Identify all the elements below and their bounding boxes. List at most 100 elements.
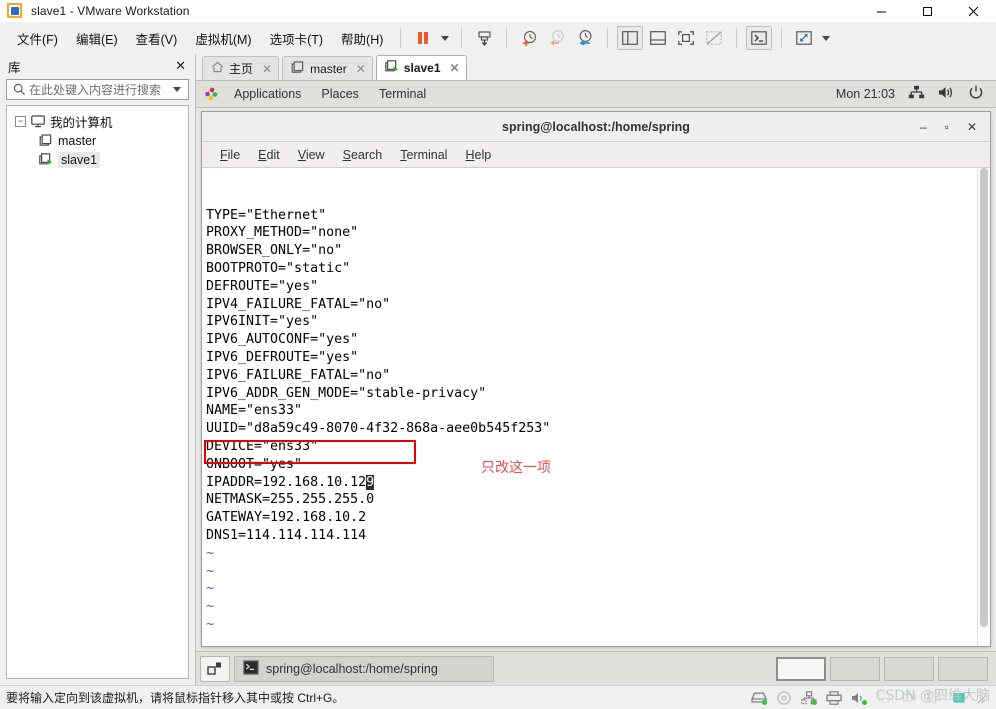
cd-dvd-icon[interactable] <box>776 690 792 705</box>
search-dropdown-icon[interactable] <box>170 87 184 92</box>
power-dropdown-button[interactable] <box>437 26 453 50</box>
close-button[interactable] <box>950 0 996 22</box>
network-adapter-icon[interactable] <box>801 690 817 705</box>
camera-icon[interactable] <box>901 691 917 705</box>
menu-help[interactable]: 帮助(H) <box>332 25 392 52</box>
menu-vm[interactable]: 虚拟机(M) <box>186 25 260 52</box>
tab-close-icon[interactable]: ✕ <box>262 62 272 76</box>
show-desktop-button[interactable] <box>200 655 230 682</box>
unity-mode-button[interactable] <box>701 26 727 50</box>
tab-label: slave1 <box>403 61 441 75</box>
workspace-3[interactable] <box>884 656 934 681</box>
window-title: slave1 - VMware Workstation <box>31 4 190 18</box>
terminal-menu-help[interactable]: Help <box>457 146 499 164</box>
terminal-line: IPV6_ADDR_GEN_MODE="stable-privacy" <box>206 385 487 401</box>
tree-item-master[interactable]: master <box>11 131 184 150</box>
workspace-1[interactable] <box>776 656 826 681</box>
gnome-places-menu[interactable]: Places <box>311 87 369 101</box>
minimize-button[interactable] <box>858 0 904 22</box>
tab-master[interactable]: master ✕ <box>282 56 373 80</box>
library-tree: − 我的计算机 master slave1 <box>6 105 189 679</box>
taskbar-window-button[interactable]: spring@localhost:/home/spring <box>234 655 494 682</box>
tree-item-label: slave1 <box>58 151 101 168</box>
tab-strip: 主页 ✕ master ✕ slave1 ✕ <box>196 54 996 80</box>
taskbar-window-label: spring@localhost:/home/spring <box>266 661 438 676</box>
tab-close-icon[interactable]: ✕ <box>450 61 460 75</box>
terminal-content-area[interactable]: TYPE="Ethernet" PROXY_METHOD="none" BROWSE… <box>202 168 990 646</box>
gnome-status-area: Mon 21:03 <box>836 85 988 103</box>
close-icon <box>968 6 978 16</box>
more-devices-icon[interactable] <box>951 691 967 705</box>
terminal-line: ~ <box>206 581 215 597</box>
tab-slave1[interactable]: slave1 ✕ <box>375 55 467 80</box>
vmware-logo-icon <box>7 3 23 19</box>
workspace-4[interactable] <box>938 656 988 681</box>
stretch-dropdown-button[interactable] <box>818 26 834 50</box>
library-close-button[interactable]: ✕ <box>172 58 189 74</box>
menu-file[interactable]: 文件(F) <box>8 25 67 52</box>
snapshot-settings-button[interactable] <box>572 26 598 50</box>
gnome-clock[interactable]: Mon 21:03 <box>836 87 895 101</box>
scrollbar-thumb[interactable] <box>980 168 988 627</box>
vmware-workstation-window: slave1 - VMware Workstation 文件(F) 编辑(E) … <box>0 0 996 709</box>
gnome-applications-menu[interactable]: Applications <box>224 87 311 101</box>
window-controls <box>858 0 996 22</box>
sound-card-icon[interactable] <box>851 691 867 705</box>
take-snapshot-button[interactable] <box>471 26 497 50</box>
maximize-button[interactable] <box>904 0 950 22</box>
show-thumbnail-bar-button[interactable] <box>645 26 671 50</box>
power-icon[interactable] <box>968 85 984 103</box>
vm-stopped-icon <box>291 60 305 77</box>
guest-os-screen[interactable]: Applications Places Terminal Mon 21:03 s… <box>196 80 996 685</box>
terminal-minimize-button[interactable]: ‒ <box>920 121 927 133</box>
snapshot-take-icon <box>478 30 491 46</box>
tree-item-slave1[interactable]: slave1 <box>11 150 184 169</box>
tree-expander-icon[interactable]: − <box>15 116 26 127</box>
terminal-line: PROXY_METHOD="none" <box>206 225 359 241</box>
vm-running-icon <box>39 153 53 166</box>
terminal-menu-bar: File Edit View Search Terminal Help <box>202 142 990 168</box>
tree-item-my-computer[interactable]: − 我的计算机 <box>11 112 184 131</box>
terminal-menu-file[interactable]: File <box>212 146 248 164</box>
minimize-icon <box>876 11 886 12</box>
terminal-line-ipaddr: IPADDR=192.168.10.129 <box>206 474 977 492</box>
enter-fullscreen-button[interactable] <box>673 26 699 50</box>
pause-button[interactable] <box>410 26 436 50</box>
chevron-down-icon-2 <box>822 35 831 41</box>
terminal-line: ~ <box>206 563 215 579</box>
printer-icon[interactable] <box>826 690 842 705</box>
terminal-menu-view[interactable]: View <box>290 146 333 164</box>
usb-icon[interactable] <box>876 691 892 705</box>
network-icon[interactable] <box>908 85 925 103</box>
display-icon[interactable] <box>926 691 942 705</box>
tab-close-icon[interactable]: ✕ <box>356 62 366 76</box>
terminal-line: IPV4_FAILURE_FATAL="no" <box>206 296 391 312</box>
volume-icon[interactable] <box>938 85 955 103</box>
tab-home[interactable]: 主页 ✕ <box>202 56 280 80</box>
terminal-title: spring@localhost:/home/spring <box>502 119 690 134</box>
terminal-close-button[interactable]: ✕ <box>967 121 977 133</box>
revert-snapshot-button[interactable] <box>544 26 570 50</box>
menu-view[interactable]: 查看(V) <box>127 25 187 52</box>
menu-edit[interactable]: 编辑(E) <box>67 25 127 52</box>
console-view-button[interactable] <box>746 26 773 50</box>
terminal-menu-edit[interactable]: Edit <box>250 146 288 164</box>
device-status-icons <box>751 690 990 705</box>
terminal-scrollbar[interactable] <box>977 168 990 646</box>
hard-disk-icon[interactable] <box>751 691 767 705</box>
workspace-2[interactable] <box>830 656 880 681</box>
terminal-menu-terminal[interactable]: Terminal <box>392 146 455 164</box>
stretch-guest-button[interactable] <box>791 26 817 50</box>
terminal-maximize-button[interactable]: ▫ <box>945 121 949 133</box>
gnome-applications-icon <box>204 86 219 102</box>
tree-item-label: 我的计算机 <box>50 116 113 130</box>
show-library-button[interactable] <box>617 26 644 50</box>
ipaddr-value: IPADDR=192.168.10.12 <box>206 474 367 490</box>
snapshot-manager-button[interactable] <box>516 26 542 50</box>
vm-stopped-icon <box>39 134 53 147</box>
gnome-terminal-menu[interactable]: Terminal <box>369 87 436 101</box>
menu-tabs[interactable]: 选项卡(T) <box>261 25 332 52</box>
terminal-menu-search[interactable]: Search <box>335 146 391 164</box>
library-search-box[interactable]: 在此处键入内容进行搜索 <box>6 79 189 100</box>
resize-grip-icon[interactable] <box>976 693 986 703</box>
